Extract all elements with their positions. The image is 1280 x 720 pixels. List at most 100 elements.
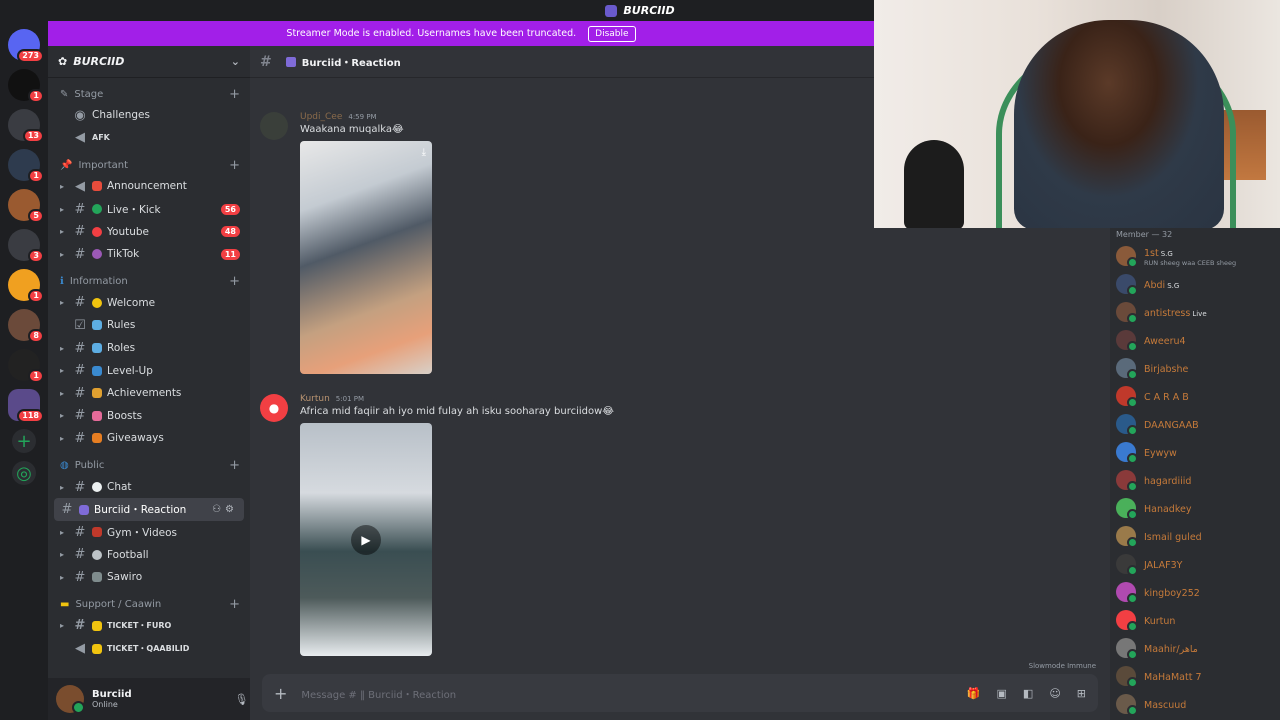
add-attachment-icon[interactable]: + bbox=[274, 684, 287, 703]
expand-arrow-icon[interactable]: ▸ bbox=[60, 298, 68, 307]
server-icon-home[interactable]: 273 bbox=[8, 29, 44, 63]
emoji-icon[interactable]: ☺ bbox=[1049, 687, 1060, 700]
channel-afk[interactable]: ◀ AFK bbox=[48, 127, 250, 150]
server-icon-4[interactable]: 1 bbox=[8, 149, 44, 183]
avatar[interactable] bbox=[1116, 694, 1138, 716]
channel-achievements[interactable]: ▸ # Achievements bbox=[48, 382, 250, 405]
add-channel-icon[interactable]: + bbox=[229, 458, 240, 473]
play-icon[interactable]: ▶ bbox=[351, 524, 381, 555]
avatar[interactable] bbox=[1116, 358, 1138, 380]
expand-arrow-icon[interactable]: ▸ bbox=[60, 182, 68, 191]
member-item[interactable]: DAANGAAB bbox=[1116, 410, 1280, 438]
gift-icon[interactable]: 🎁 bbox=[967, 687, 981, 700]
member-item[interactable]: Maahir/ماهر bbox=[1116, 634, 1280, 662]
channel-rules[interactable]: ☑ Rules bbox=[48, 314, 250, 337]
add-channel-icon[interactable]: + bbox=[229, 274, 240, 289]
message-composer[interactable]: + Message # ‖ Burciid・Reaction 🎁 ▣ ◧ ☺ ⊞ bbox=[262, 674, 1098, 712]
download-icon[interactable]: ⤓ bbox=[422, 147, 426, 158]
expand-arrow-icon[interactable]: ▸ bbox=[60, 528, 68, 537]
video-attachment[interactable]: ⤓ bbox=[300, 141, 432, 374]
add-channel-icon[interactable]: + bbox=[229, 597, 240, 612]
server-icon-8[interactable]: 8 bbox=[8, 309, 44, 343]
expand-arrow-icon[interactable]: ▸ bbox=[60, 344, 68, 353]
expand-arrow-icon[interactable]: ▸ bbox=[60, 205, 68, 214]
gear-icon[interactable]: ⚙ bbox=[225, 504, 234, 515]
avatar[interactable] bbox=[1116, 582, 1138, 604]
expand-arrow-icon[interactable]: ▸ bbox=[60, 550, 68, 559]
channel-boosts[interactable]: ▸ # Boosts bbox=[48, 405, 250, 428]
channel-chat[interactable]: ▸ # Chat bbox=[48, 476, 250, 499]
expand-arrow-icon[interactable]: ▸ bbox=[60, 366, 68, 375]
member-item[interactable]: Mascuud bbox=[1116, 690, 1280, 718]
message-input[interactable]: Message # ‖ Burciid・Reaction bbox=[301, 686, 456, 701]
channel-ticket-furo[interactable]: ▸ # TICKET・FURO bbox=[48, 615, 250, 638]
channel-roles[interactable]: ▸ # Roles bbox=[48, 337, 250, 360]
apps-icon[interactable]: ⊞ bbox=[1077, 687, 1086, 700]
category-support[interactable]: ▬ Support / Caawin + bbox=[48, 595, 250, 615]
member-item[interactable]: Aweeru4 bbox=[1116, 326, 1280, 354]
microphone-icon[interactable]: 🎙 bbox=[234, 693, 248, 706]
message-author[interactable]: Updi_Cee bbox=[300, 112, 342, 122]
category-public[interactable]: ◍ Public + bbox=[48, 456, 250, 476]
video-attachment[interactable]: ▶ bbox=[300, 423, 432, 656]
avatar[interactable]: ● bbox=[260, 394, 288, 422]
channel-sawiro[interactable]: ▸ # Sawiro bbox=[48, 566, 250, 589]
member-item[interactable]: antistress Live bbox=[1116, 298, 1280, 326]
avatar[interactable] bbox=[1116, 526, 1138, 548]
channel-giveaways[interactable]: ▸ # Giveaways bbox=[48, 427, 250, 450]
category-stage[interactable]: ✎ Stage + bbox=[48, 84, 250, 104]
member-item[interactable]: hagardiiid bbox=[1116, 466, 1280, 494]
disable-button[interactable]: Disable bbox=[588, 25, 636, 42]
expand-arrow-icon[interactable]: ▸ bbox=[60, 411, 68, 420]
member-item[interactable]: JALAF3Y bbox=[1116, 550, 1280, 578]
add-channel-icon[interactable]: + bbox=[229, 87, 240, 102]
channel-announcement[interactable]: ▸ ◀ Announcement bbox=[48, 175, 250, 198]
server-icon-2[interactable]: 1 bbox=[8, 69, 44, 103]
avatar[interactable] bbox=[1116, 470, 1138, 492]
avatar[interactable] bbox=[1116, 638, 1138, 660]
add-server-icon[interactable]: + bbox=[12, 429, 36, 453]
avatar[interactable] bbox=[1116, 302, 1138, 324]
sticker-icon[interactable]: ◧ bbox=[1023, 687, 1033, 700]
avatar[interactable] bbox=[1116, 442, 1138, 464]
member-item[interactable]: C A R A B bbox=[1116, 382, 1280, 410]
channel-challenges[interactable]: ◉ Challenges bbox=[48, 104, 250, 127]
channel-football[interactable]: ▸ # Football bbox=[48, 544, 250, 567]
member-item[interactable]: MaHaMatt 7 bbox=[1116, 662, 1280, 690]
expand-arrow-icon[interactable]: ▸ bbox=[60, 573, 68, 582]
channel-welcome[interactable]: ▸ # Welcome bbox=[48, 292, 250, 315]
category-important[interactable]: 📌 Important + bbox=[48, 155, 250, 175]
server-icon-9[interactable]: 1 bbox=[8, 349, 44, 383]
member-item[interactable]: 1st S.G RUN sheeg waa CEEB sheeg bbox=[1116, 242, 1280, 270]
message-author[interactable]: Kurtun bbox=[300, 394, 330, 404]
avatar[interactable] bbox=[1116, 246, 1138, 268]
channel-gym-videos[interactable]: ▸ # Gym・Videos bbox=[48, 521, 250, 544]
avatar[interactable] bbox=[1116, 554, 1138, 576]
add-channel-icon[interactable]: + bbox=[229, 158, 240, 173]
member-item[interactable]: kingboy252 bbox=[1116, 578, 1280, 606]
channel-tiktok[interactable]: ▸ # TikTok 11 bbox=[48, 243, 250, 266]
avatar[interactable] bbox=[1116, 666, 1138, 688]
channel-burciid-reaction[interactable]: # Burciid・Reaction ⚇ ⚙ bbox=[54, 498, 244, 521]
avatar[interactable] bbox=[56, 685, 85, 714]
expand-arrow-icon[interactable]: ▸ bbox=[60, 227, 68, 236]
explore-icon[interactable]: ◎ bbox=[12, 461, 36, 485]
expand-arrow-icon[interactable]: ▸ bbox=[60, 389, 68, 398]
channel-ticket-qaabilid[interactable]: ◀ TICKET・QAABILID bbox=[48, 637, 250, 660]
gif-icon[interactable]: ▣ bbox=[997, 687, 1007, 700]
expand-arrow-icon[interactable]: ▸ bbox=[60, 250, 68, 259]
avatar[interactable] bbox=[1116, 498, 1138, 520]
member-item[interactable]: Eywyw bbox=[1116, 438, 1280, 466]
server-icon-burciid[interactable]: 118 bbox=[8, 389, 44, 423]
category-information[interactable]: ℹ Information + bbox=[48, 272, 250, 292]
avatar[interactable] bbox=[1116, 330, 1138, 352]
expand-arrow-icon[interactable]: ▸ bbox=[60, 483, 68, 492]
channel-youtube[interactable]: ▸ # Youtube 48 bbox=[48, 220, 250, 243]
member-item[interactable]: Hanadkey bbox=[1116, 494, 1280, 522]
chevron-down-icon[interactable]: ⌄ bbox=[231, 55, 240, 68]
invite-icon[interactable]: ⚇ bbox=[212, 504, 221, 515]
avatar[interactable] bbox=[1116, 386, 1138, 408]
expand-arrow-icon[interactable]: ▸ bbox=[60, 621, 68, 630]
server-icon-3[interactable]: 13 bbox=[8, 109, 44, 143]
server-icon-5[interactable]: 5 bbox=[8, 189, 44, 223]
